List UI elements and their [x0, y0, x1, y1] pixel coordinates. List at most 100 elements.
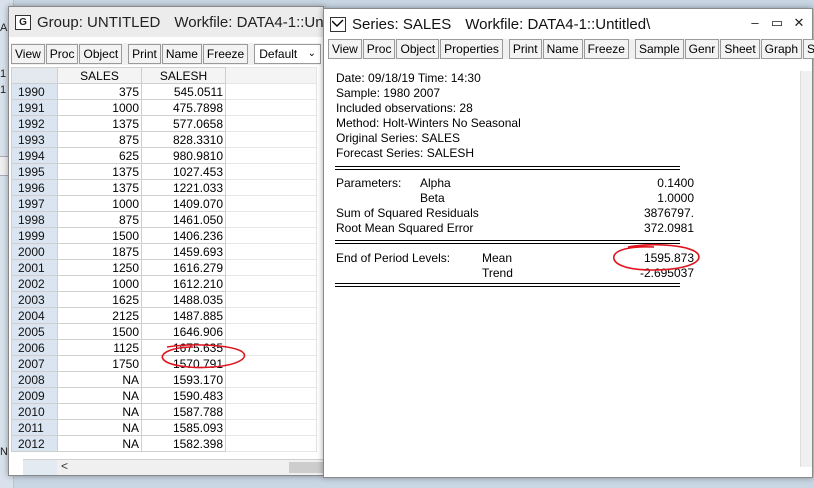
sales-cell[interactable]: 625	[57, 147, 142, 164]
row-label[interactable]: 1993	[11, 131, 58, 148]
empty-cell[interactable]	[225, 147, 317, 164]
sales-cell[interactable]: 1250	[57, 259, 142, 276]
sales-cell[interactable]: NA	[57, 371, 142, 388]
row-label[interactable]: 2012	[11, 435, 58, 452]
proc-button[interactable]: Proc	[45, 44, 79, 64]
empty-cell[interactable]	[225, 195, 317, 212]
empty-cell[interactable]	[225, 259, 317, 276]
table-row[interactable]: 1998 875 1461.050	[11, 211, 317, 228]
row-label[interactable]: 2010	[11, 403, 58, 420]
genr-button[interactable]: Genr	[684, 39, 720, 59]
sales-cell[interactable]: 1875	[57, 243, 142, 260]
row-label[interactable]: 2005	[11, 323, 58, 340]
sales-cell[interactable]: 1000	[57, 99, 142, 116]
table-row[interactable]: 1997 1000 1409.070	[11, 195, 317, 212]
display-format-select[interactable]: Default ⌄	[254, 44, 321, 64]
salesh-cell[interactable]: 1582.398	[141, 435, 226, 452]
row-label[interactable]: 2002	[11, 275, 58, 292]
row-label[interactable]: 1996	[11, 179, 58, 196]
salesh-cell[interactable]: 1406.236	[141, 227, 226, 244]
table-row[interactable]: 2009 NA 1590.483	[11, 387, 317, 404]
empty-cell[interactable]	[225, 83, 317, 100]
table-row[interactable]: 1993 875 828.3310	[11, 131, 317, 148]
object-button[interactable]: Object	[79, 44, 123, 64]
salesh-cell[interactable]: 1027.453	[141, 163, 226, 180]
salesh-cell[interactable]: 1585.093	[141, 419, 226, 436]
series-titlebar[interactable]: Series: SALES Workfile: DATA4-1::Untitle…	[324, 9, 812, 39]
properties-button[interactable]: Properties	[440, 39, 503, 59]
freeze-button[interactable]: Freeze	[202, 44, 249, 64]
table-row[interactable]: 2012 NA 1582.398	[11, 435, 317, 452]
empty-cell[interactable]	[225, 99, 317, 116]
empty-cell[interactable]	[225, 275, 317, 292]
salesh-cell[interactable]: 1488.035	[141, 291, 226, 308]
row-label[interactable]: 2008	[11, 371, 58, 388]
empty-cell[interactable]	[225, 435, 317, 452]
salesh-cell[interactable]: 1675.635	[141, 339, 226, 356]
object-button[interactable]: Object	[396, 39, 440, 59]
salesh-cell[interactable]: 1616.279	[141, 259, 226, 276]
row-label[interactable]: 1995	[11, 163, 58, 180]
sales-cell[interactable]: 875	[57, 211, 142, 228]
sales-cell[interactable]: 1625	[57, 291, 142, 308]
salesh-cell[interactable]: 1461.050	[141, 211, 226, 228]
salesh-cell[interactable]: 545.0511	[141, 83, 226, 100]
sales-cell[interactable]: 1375	[57, 115, 142, 132]
table-row[interactable]: 2011 NA 1585.093	[11, 419, 317, 436]
vertical-scrollbar[interactable]	[800, 71, 812, 467]
view-button[interactable]: View	[11, 44, 45, 64]
table-row[interactable]: 2003 1625 1488.035	[11, 291, 317, 308]
sales-cell[interactable]: 1500	[57, 227, 142, 244]
corner-cell[interactable]	[11, 67, 58, 84]
row-label[interactable]: 2004	[11, 307, 58, 324]
table-row[interactable]: 2008 NA 1593.170	[11, 371, 317, 388]
empty-cell[interactable]	[225, 227, 317, 244]
empty-cell[interactable]	[225, 163, 317, 180]
salesh-cell[interactable]: 1612.210	[141, 275, 226, 292]
salesh-cell[interactable]: 980.9810	[141, 147, 226, 164]
empty-cell[interactable]	[225, 131, 317, 148]
print-button[interactable]: Print	[128, 44, 161, 64]
scrollbar-thumb[interactable]	[289, 462, 327, 473]
graph-button[interactable]: Graph	[760, 39, 803, 59]
freeze-button[interactable]: Freeze	[583, 39, 629, 59]
row-label[interactable]: 2006	[11, 339, 58, 356]
sales-cell[interactable]: 1750	[57, 355, 142, 372]
row-label[interactable]: 2001	[11, 259, 58, 276]
salesh-cell[interactable]: 1646.906	[141, 323, 226, 340]
sales-cell[interactable]: 1000	[57, 275, 142, 292]
name-button[interactable]: Name	[161, 44, 202, 64]
row-label[interactable]: 1992	[11, 115, 58, 132]
salesh-cell[interactable]: 1587.788	[141, 403, 226, 420]
stats-button[interactable]: Stats	[803, 39, 814, 59]
sales-cell[interactable]: NA	[57, 403, 142, 420]
row-label[interactable]: 1999	[11, 227, 58, 244]
sales-cell[interactable]: 1500	[57, 323, 142, 340]
salesh-cell[interactable]: 1221.033	[141, 179, 226, 196]
empty-cell[interactable]	[225, 291, 317, 308]
empty-cell[interactable]	[225, 211, 317, 228]
empty-cell[interactable]	[225, 371, 317, 388]
empty-cell[interactable]	[225, 243, 317, 260]
table-row[interactable]: 2004 2125 1487.885	[11, 307, 317, 324]
scroll-left-arrow-icon[interactable]: <	[61, 459, 68, 473]
salesh-cell[interactable]: 1570.791	[141, 355, 226, 372]
table-row[interactable]: 1990 375 545.0511	[11, 83, 317, 100]
table-row[interactable]: 2001 1250 1616.279	[11, 259, 317, 276]
table-row[interactable]: 2007 1750 1570.791	[11, 355, 317, 372]
row-label[interactable]: 2000	[11, 243, 58, 260]
sales-cell[interactable]: NA	[57, 387, 142, 404]
column-header-salesh[interactable]: SALESH	[141, 67, 226, 84]
table-row[interactable]: 2010 NA 1587.788	[11, 403, 317, 420]
sales-cell[interactable]: NA	[57, 435, 142, 452]
view-button[interactable]: View	[328, 39, 362, 59]
table-row[interactable]: 1994 625 980.9810	[11, 147, 317, 164]
empty-cell[interactable]	[225, 323, 317, 340]
salesh-cell[interactable]: 828.3310	[141, 131, 226, 148]
table-row[interactable]: 1995 1375 1027.453	[11, 163, 317, 180]
empty-cell[interactable]	[225, 179, 317, 196]
table-row[interactable]: 1996 1375 1221.033	[11, 179, 317, 196]
proc-button[interactable]: Proc	[362, 39, 396, 59]
table-row[interactable]: 2002 1000 1612.210	[11, 275, 317, 292]
salesh-cell[interactable]: 1459.693	[141, 243, 226, 260]
